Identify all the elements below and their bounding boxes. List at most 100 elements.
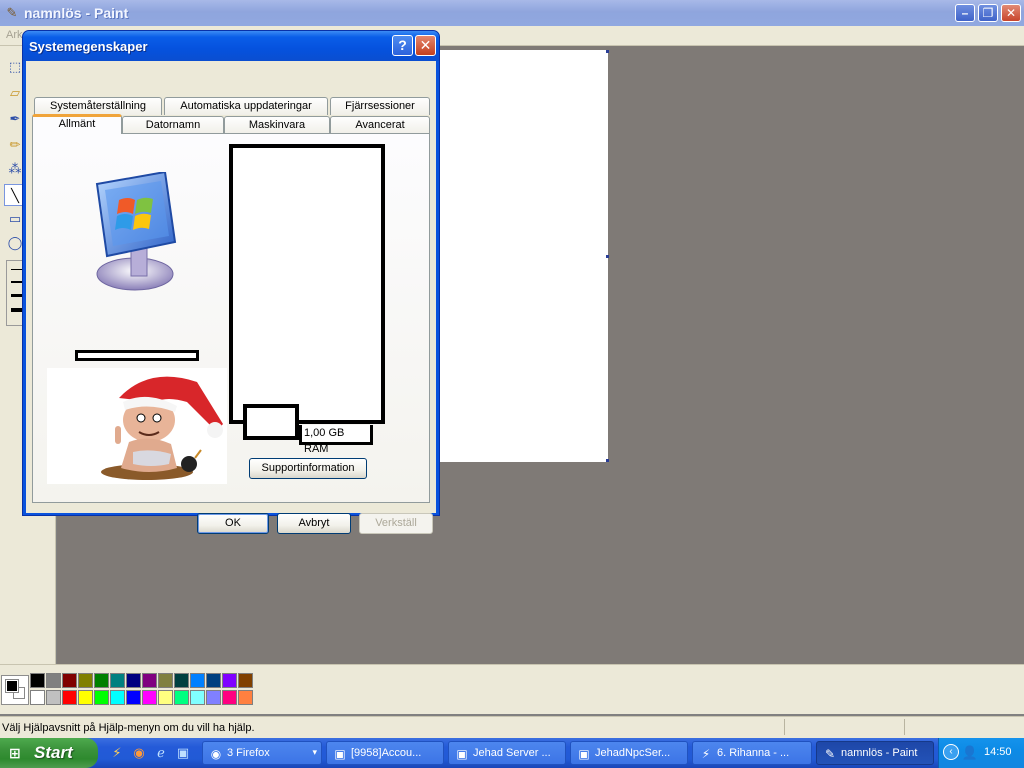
cancel-button[interactable]: Avbryt xyxy=(277,513,351,534)
close-button[interactable]: ✕ xyxy=(1001,4,1021,22)
app-icon: ▣ xyxy=(334,747,346,761)
taskbar: ⊞ Start ⚡ ◉ ℯ ▣ ◉ 3 Firefox ▾ ▣ [9958]Accou.… xyxy=(0,738,1024,768)
color-swatch[interactable] xyxy=(158,673,173,688)
color-swatch[interactable] xyxy=(30,673,45,688)
color-swatch[interactable] xyxy=(174,673,189,688)
color-swatch[interactable] xyxy=(46,690,61,705)
color-swatch[interactable] xyxy=(142,690,157,705)
system-properties-dialog: Systemegenskaper ? ✕ Systemåterställning… xyxy=(22,30,440,534)
taskbar-task[interactable]: ⚡ 6. Rihanna - ... xyxy=(692,741,812,765)
paint-title-bar[interactable]: ✎ namnlös - Paint – ❐ ✕ xyxy=(0,0,1024,26)
app-icon: ▣ xyxy=(456,747,468,761)
paint-app-icon[interactable]: ✎ xyxy=(4,5,20,21)
taskbar-task-label: 3 Firefox xyxy=(227,747,270,759)
winamp-icon: ⚡ xyxy=(701,747,711,761)
tab-general[interactable]: Allmänt xyxy=(32,114,122,134)
taskbar-task[interactable]: ▣ JehadNpcSer... xyxy=(570,741,688,765)
windows-flag-icon: ⊞ xyxy=(9,745,21,761)
paint-icon: ✎ xyxy=(824,747,836,761)
color-swatch[interactable] xyxy=(62,690,77,705)
firefox-quicklaunch-icon[interactable]: ◉ xyxy=(130,744,148,762)
tab-hardware[interactable]: Maskinvara xyxy=(224,116,330,134)
ram-info: 1,00 GB RAM xyxy=(299,425,373,455)
restore-button[interactable]: ❐ xyxy=(978,4,998,22)
foreground-color[interactable] xyxy=(5,679,19,693)
firefox-icon: ◉ xyxy=(210,747,222,761)
paint-window-title: namnlös - Paint xyxy=(24,5,129,21)
desktop-quicklaunch-icon[interactable]: ▣ xyxy=(174,744,192,762)
tab-automatic-updates[interactable]: Automatiska uppdateringar xyxy=(164,97,328,115)
color-box xyxy=(0,664,1024,714)
color-swatch[interactable] xyxy=(126,673,141,688)
taskbar-task-label: JehadNpcSer... xyxy=(595,747,671,759)
color-swatch[interactable] xyxy=(222,673,237,688)
menu-file[interactable]: Ark xyxy=(6,29,23,41)
system-info-box xyxy=(229,144,385,424)
help-button[interactable]: ? xyxy=(392,35,413,56)
gnome-picture xyxy=(47,368,227,484)
tab-system-restore[interactable]: Systemåterställning xyxy=(34,97,162,115)
support-info-button[interactable]: Supportinformation xyxy=(249,458,367,479)
status-text: Välj Hjälpavsnitt på Hjälp-menyn om du v… xyxy=(2,722,255,734)
color-swatch[interactable] xyxy=(110,690,125,705)
tab-advanced[interactable]: Avancerat xyxy=(330,116,430,134)
taskbar-task-label: [9958]Accou... xyxy=(351,747,422,759)
dialog-title-bar[interactable]: Systemegenskaper ? ✕ xyxy=(23,31,439,61)
app-icon: ▣ xyxy=(578,747,590,761)
color-swatch[interactable] xyxy=(78,673,93,688)
minimize-button[interactable]: – xyxy=(955,4,975,22)
tab-computer-name[interactable]: Datornamn xyxy=(122,116,224,134)
taskbar-task[interactable]: ✎ namnlös - Paint xyxy=(816,741,934,765)
color-swatch[interactable] xyxy=(30,690,45,705)
taskbar-task[interactable]: ◉ 3 Firefox ▾ xyxy=(202,741,322,765)
current-colors[interactable] xyxy=(1,675,29,705)
color-swatch[interactable] xyxy=(190,690,205,705)
system-tray: ‹ 👤 14:50 xyxy=(938,738,1024,768)
group-arrow-icon: ▾ xyxy=(312,747,317,757)
resize-handle[interactable] xyxy=(606,50,609,53)
color-swatch[interactable] xyxy=(110,673,125,688)
ie-quicklaunch-icon[interactable]: ℯ xyxy=(152,744,170,762)
color-palette xyxy=(30,673,256,707)
tab-remote-sessions[interactable]: Fjärrsessioner xyxy=(330,97,430,115)
color-swatch[interactable] xyxy=(190,673,205,688)
color-swatch[interactable] xyxy=(238,673,253,688)
winamp-quicklaunch-icon[interactable]: ⚡ xyxy=(108,744,126,762)
taskbar-task-label: 6. Rihanna - ... xyxy=(717,747,790,759)
color-swatch[interactable] xyxy=(158,690,173,705)
taskbar-task-label: Jehad Server ... xyxy=(473,747,551,759)
drawing-canvas[interactable] xyxy=(440,50,609,462)
general-tab-panel: 1,00 GB RAM Supportinformation xyxy=(32,133,430,503)
color-swatch[interactable] xyxy=(142,673,157,688)
text-placeholder-bar xyxy=(75,350,199,361)
color-swatch[interactable] xyxy=(222,690,237,705)
quick-launch: ⚡ ◉ ℯ ▣ xyxy=(108,744,196,764)
clock[interactable]: 14:50 xyxy=(984,746,1012,758)
dialog-close-button[interactable]: ✕ xyxy=(415,35,436,56)
user-tray-icon[interactable]: 👤 xyxy=(961,744,979,762)
taskbar-task[interactable]: ▣ Jehad Server ... xyxy=(448,741,566,765)
apply-button: Verkställ xyxy=(359,513,433,534)
tray-expand-icon[interactable]: ‹ xyxy=(943,744,959,760)
color-swatch[interactable] xyxy=(94,673,109,688)
color-swatch[interactable] xyxy=(206,690,221,705)
color-swatch[interactable] xyxy=(62,673,77,688)
color-swatch[interactable] xyxy=(126,690,141,705)
windows-xp-logo-icon xyxy=(95,172,177,291)
ok-button[interactable]: OK xyxy=(197,513,269,534)
resize-handle[interactable] xyxy=(606,255,609,258)
dialog-body: Systemåterställning Automatiska uppdater… xyxy=(26,61,436,534)
status-bar: Välj Hjälpavsnitt på Hjälp-menyn om du v… xyxy=(0,716,1024,738)
color-swatch[interactable] xyxy=(94,690,109,705)
start-button[interactable]: ⊞ Start xyxy=(0,738,98,768)
start-label: Start xyxy=(34,743,73,762)
resize-handle[interactable] xyxy=(606,459,609,462)
color-swatch[interactable] xyxy=(174,690,189,705)
taskbar-task-label: namnlös - Paint xyxy=(841,747,918,759)
color-swatch[interactable] xyxy=(78,690,93,705)
taskbar-task[interactable]: ▣ [9958]Accou... xyxy=(326,741,444,765)
color-swatch[interactable] xyxy=(206,673,221,688)
color-swatch[interactable] xyxy=(238,690,253,705)
color-swatch[interactable] xyxy=(46,673,61,688)
dialog-title: Systemegenskaper xyxy=(29,39,148,54)
